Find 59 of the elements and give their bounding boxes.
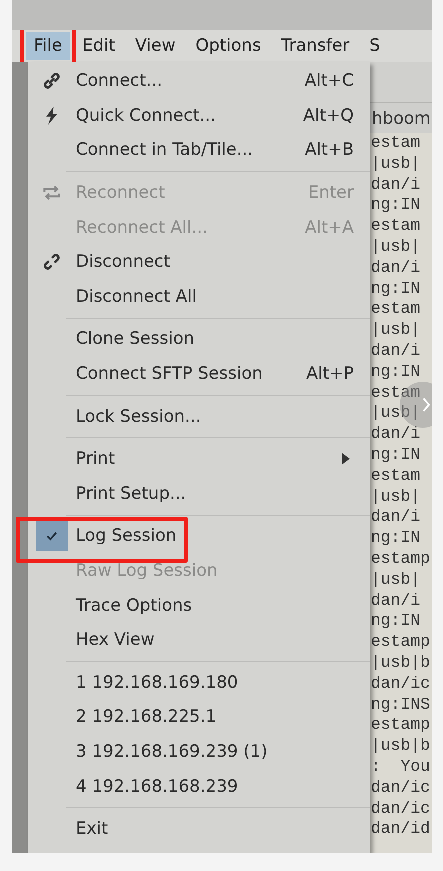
terminal-line: |usb| xyxy=(370,320,421,341)
menu-item[interactable]: 1 192.168.169.180 xyxy=(28,666,370,700)
menu-item[interactable]: Clone Session xyxy=(28,322,370,357)
terminal-line: ng:IN xyxy=(370,611,421,632)
terminal-line: dan/i xyxy=(370,258,421,279)
terminal-line: ng:IN xyxy=(370,444,421,466)
terminal-line: dan/ic xyxy=(370,778,430,798)
terminal-line: dan/i xyxy=(370,174,421,196)
terminal-line: |usb|b xyxy=(370,652,430,674)
menu-item[interactable]: Exit xyxy=(28,812,370,846)
menu-title[interactable]: Transfer xyxy=(273,32,358,60)
terminal-line: ng:IN xyxy=(370,528,421,549)
terminal-line: dan/i xyxy=(370,590,421,612)
terminal-line: |usb| xyxy=(370,486,421,508)
terminal-line: estam xyxy=(370,133,421,154)
terminal-line: |usb|b xyxy=(370,736,430,757)
terminal-line: estamp xyxy=(370,632,430,653)
terminal-line: dan/i xyxy=(370,424,421,445)
menu-item[interactable]: Quick Connect... Alt+Q xyxy=(28,98,370,134)
menu-item[interactable]: Print Setup... xyxy=(28,476,370,512)
terminal-line: ng:INS xyxy=(370,694,430,716)
menu-item[interactable]: Print xyxy=(28,442,370,477)
menu-title[interactable]: S xyxy=(362,32,388,60)
terminal-line: estamp xyxy=(370,715,430,736)
menu-item[interactable]: 4 192.168.168.239 xyxy=(28,769,370,804)
menu-title[interactable]: Options xyxy=(188,32,270,60)
menu-item[interactable]: Disconnect xyxy=(28,244,370,280)
menu-item[interactable]: Disconnect All xyxy=(28,280,370,314)
terminal-line: dan/i xyxy=(370,340,421,362)
terminal-line: : You xyxy=(370,756,430,778)
terminal-line: ng:IN xyxy=(370,362,421,383)
menu-item[interactable]: Trace Options xyxy=(28,588,370,623)
terminal-line: |usb| xyxy=(370,154,421,175)
terminal-line: dan/ic xyxy=(370,674,430,695)
menu-title[interactable]: File xyxy=(26,32,70,60)
terminal-line: |usb| xyxy=(370,403,421,424)
menu-item[interactable]: Connect... Alt+C xyxy=(28,64,370,99)
menu-item[interactable]: Connect SFTP Session Alt+P xyxy=(28,356,370,392)
menu-item[interactable]: Connect in Tab/Tile... Alt+B xyxy=(28,133,370,168)
terminal-line: ng:IN xyxy=(370,195,421,216)
terminal-line: |usb| xyxy=(370,236,421,258)
menu-title[interactable]: Edit xyxy=(74,32,124,60)
terminal-line: estam xyxy=(370,299,421,320)
menu-item[interactable]: 3 192.168.169.239 (1) xyxy=(28,734,370,770)
terminal-line: estam xyxy=(370,216,421,237)
terminal-line: |usb| xyxy=(370,570,421,591)
terminal-line: ng:IN xyxy=(370,278,421,300)
terminal-line: estam xyxy=(370,466,421,487)
menu-item[interactable]: 2 192.168.225.1 xyxy=(28,700,370,735)
terminal-line: estamp xyxy=(370,548,430,570)
terminal-line: dan/i xyxy=(370,507,421,528)
menu-item[interactable]: Lock Session... xyxy=(28,399,370,434)
terminal-line: dan/ic xyxy=(370,798,430,820)
menu-item[interactable]: Log Session xyxy=(28,519,370,554)
menu-title[interactable]: View xyxy=(127,32,184,60)
session-tab[interactable]: hboom xyxy=(370,103,432,133)
menu-item[interactable]: Hex View xyxy=(28,622,370,658)
terminal-line: estam xyxy=(370,382,421,404)
terminal-line: dan/id xyxy=(370,819,430,840)
